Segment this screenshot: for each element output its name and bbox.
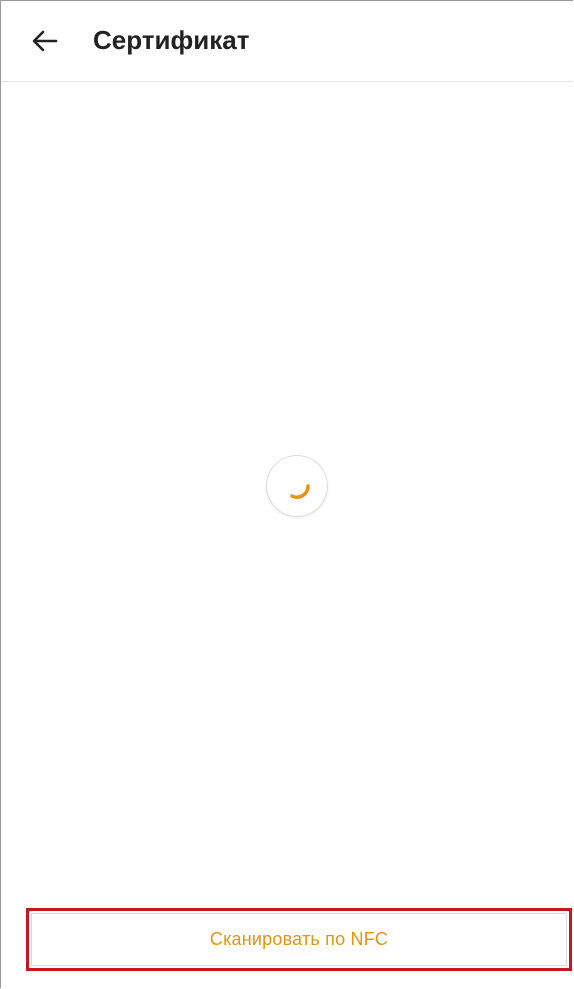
arrow-left-icon [32,30,58,52]
page-title: Сертификат [93,25,250,55]
loading-spinner [267,456,327,516]
scan-nfc-label: Сканировать по NFC [209,929,389,949]
back-button[interactable] [25,21,65,61]
app-screen: Сертификат Сканировать по NFC [0,0,573,988]
app-bar: Сертификат [1,1,573,82]
spinner-icon [290,484,310,499]
scan-nfc-button[interactable]: Сканировать по NFC [26,908,572,971]
